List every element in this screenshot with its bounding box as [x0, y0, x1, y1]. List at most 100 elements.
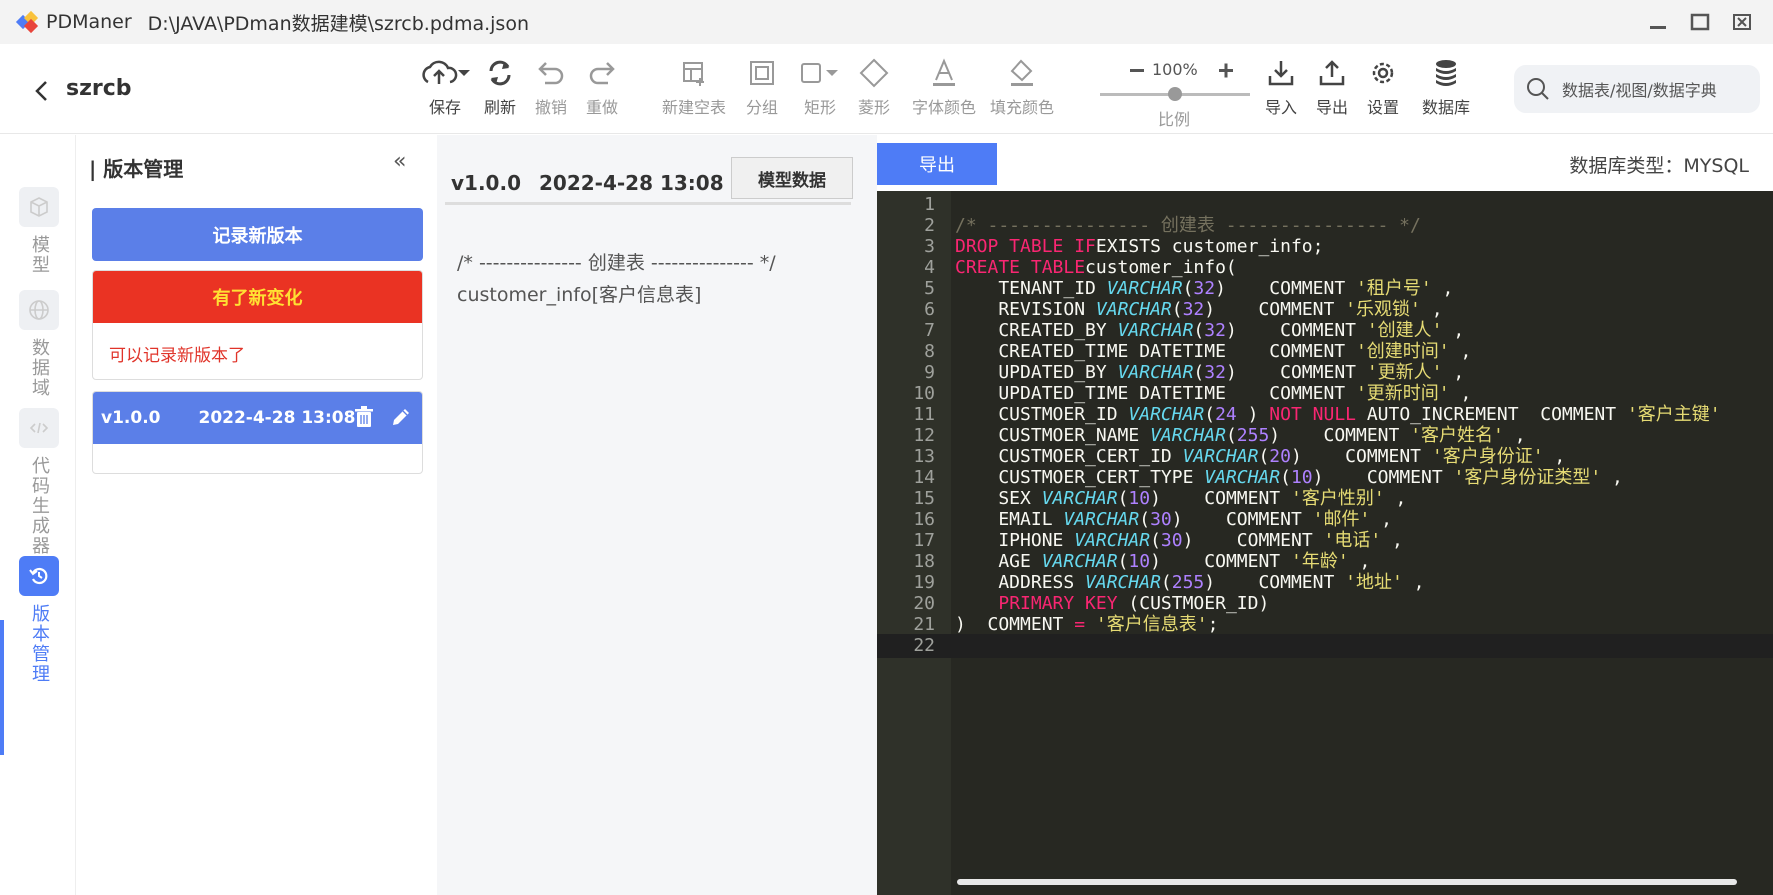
diamond-label: 菱形 [858, 98, 891, 117]
detail-version: v1.0.0 [451, 171, 521, 195]
title-bar: PDManer D:\JAVA\PDman数据建模\szrcb.pdma.jso… [0, 0, 1773, 44]
font-color-button[interactable]: 字体颜色 [912, 58, 976, 118]
nav-codegen-label: 代码生成器 [29, 456, 50, 556]
file-path: D:\JAVA\PDman数据建模\szrcb.pdma.json [147, 12, 529, 35]
save-button[interactable]: 保存 [418, 58, 472, 118]
version-date: 2022-4-28 13:08 [198, 408, 356, 428]
version-detail: v1.0.0 2022-4-28 13:08 模型数据 /* ---------… [437, 135, 877, 895]
rectangle-icon [801, 63, 838, 83]
export-button[interactable]: 导出 [877, 143, 997, 185]
left-nav: 模型 数据域 代码生成器 版本管理 [0, 135, 76, 895]
export-label: 导出 [1316, 98, 1349, 117]
diamond-button[interactable]: 菱形 [858, 58, 890, 118]
active-nav-indicator [0, 620, 4, 755]
export-icon [1319, 60, 1345, 86]
font-color-label: 字体颜色 [912, 98, 977, 117]
group-icon [750, 61, 774, 85]
nav-model-label: 模型 [29, 235, 50, 275]
code-line: 22 [877, 634, 1773, 658]
import-button[interactable]: 导入 [1265, 58, 1297, 118]
rectangle-label: 矩形 [803, 98, 836, 117]
zoom-value: 100% [1152, 60, 1198, 79]
search-icon [1527, 78, 1549, 100]
new-table-button[interactable]: 新建空表 [662, 58, 726, 118]
diamond-icon [859, 58, 889, 88]
summary-line-1: /* --------------- 创建表 --------------- *… [457, 252, 776, 274]
import-label: 导入 [1265, 98, 1298, 117]
zoom-out-icon[interactable] [1130, 69, 1144, 72]
redo-label: 重做 [586, 98, 619, 117]
nav-domain[interactable]: 数据域 [18, 290, 60, 398]
zoom-slider-handle[interactable] [1168, 87, 1182, 101]
version-panel: | 版本管理 « 记录新版本 有了新变化 可以记录新版本了 v1.0.0 202… [77, 135, 437, 895]
rectangle-button[interactable]: 矩形 [798, 58, 842, 118]
settings-icon [1372, 62, 1394, 84]
undo-icon [538, 62, 564, 85]
refresh-icon [489, 60, 511, 86]
nav-domain-label: 数据域 [29, 338, 50, 398]
redo-button[interactable]: 重做 [586, 58, 618, 118]
app-logo-icon [15, 10, 39, 34]
search-input[interactable]: 数据表/视图/数据字典 [1514, 65, 1760, 113]
fill-color-icon [1010, 59, 1033, 86]
model-data-button[interactable]: 模型数据 [731, 157, 853, 199]
change-title: 有了新变化 [93, 271, 422, 323]
change-notice: 有了新变化 可以记录新版本了 [92, 270, 423, 380]
database-button[interactable]: 数据库 [1422, 58, 1470, 118]
globe-icon [19, 290, 59, 330]
fill-color-label: 填充颜色 [990, 98, 1055, 117]
version-number: v1.0.0 [101, 408, 161, 428]
back-icon[interactable] [34, 80, 50, 106]
group-button[interactable]: 分组 [746, 58, 778, 118]
refresh-button[interactable]: 刷新 [484, 58, 516, 118]
close-icon[interactable] [1731, 12, 1753, 32]
detail-date: 2022-4-28 13:08 [539, 171, 724, 195]
new-table-icon [683, 62, 704, 86]
summary-line-2: customer_info[客户信息表] [457, 284, 702, 306]
code-editor[interactable]: 1 2/* --------------- 创建表 ---------------… [877, 191, 1773, 895]
save-label: 保存 [428, 98, 461, 117]
zoom-label: 比例 [1158, 110, 1191, 129]
nav-model[interactable]: 模型 [18, 187, 60, 275]
panel-title: | 版本管理 [89, 157, 184, 181]
settings-button[interactable]: 设置 [1367, 58, 1399, 118]
version-card[interactable]: v1.0.0 2022-4-28 13:08 [92, 391, 423, 474]
code-icon [19, 408, 59, 448]
db-type: 数据库类型：MYSQL [1569, 155, 1749, 177]
project-name: szrcb [66, 76, 132, 101]
database-label: 数据库 [1422, 98, 1471, 117]
cube-icon [19, 187, 59, 227]
line-number: 22 [913, 635, 935, 656]
app-name: PDManer [46, 11, 132, 33]
edit-icon[interactable] [390, 406, 412, 428]
nav-version-label: 版本管理 [29, 604, 50, 684]
group-label: 分组 [746, 98, 779, 117]
nav-version[interactable]: 版本管理 [18, 556, 60, 684]
zoom-in-icon[interactable] [1224, 63, 1228, 78]
record-version-button[interactable]: 记录新版本 [92, 208, 423, 261]
export-toolbar-button[interactable]: 导出 [1316, 58, 1348, 118]
detail-summary: /* --------------- 创建表 --------------- *… [457, 247, 776, 311]
undo-button[interactable]: 撤销 [535, 58, 567, 118]
cloud-upload-icon [422, 60, 470, 84]
undo-label: 撤销 [535, 98, 568, 117]
font-color-icon [933, 58, 955, 86]
change-message: 可以记录新版本了 [109, 346, 245, 366]
fill-color-button[interactable]: 填充颜色 [990, 58, 1054, 118]
collapse-icon[interactable]: « [393, 149, 406, 174]
new-table-label: 新建空表 [662, 98, 727, 117]
horizontal-scrollbar[interactable] [957, 879, 1737, 885]
history-icon [19, 556, 59, 596]
settings-label: 设置 [1367, 98, 1400, 117]
maximize-icon[interactable] [1689, 12, 1711, 32]
search-placeholder: 数据表/视图/数据字典 [1562, 81, 1717, 100]
minimize-icon[interactable] [1647, 12, 1669, 32]
redo-icon [589, 62, 615, 85]
refresh-label: 刷新 [484, 98, 517, 117]
nav-codegen[interactable]: 代码生成器 [18, 408, 60, 556]
trash-icon[interactable] [354, 406, 374, 428]
ddl-panel: 导出 数据库类型：MYSQL 1 2/* --------------- 创建表 … [877, 135, 1773, 895]
database-icon [1436, 60, 1456, 86]
import-icon [1268, 61, 1294, 86]
zoom-control: 100% 比例 [1100, 58, 1250, 129]
